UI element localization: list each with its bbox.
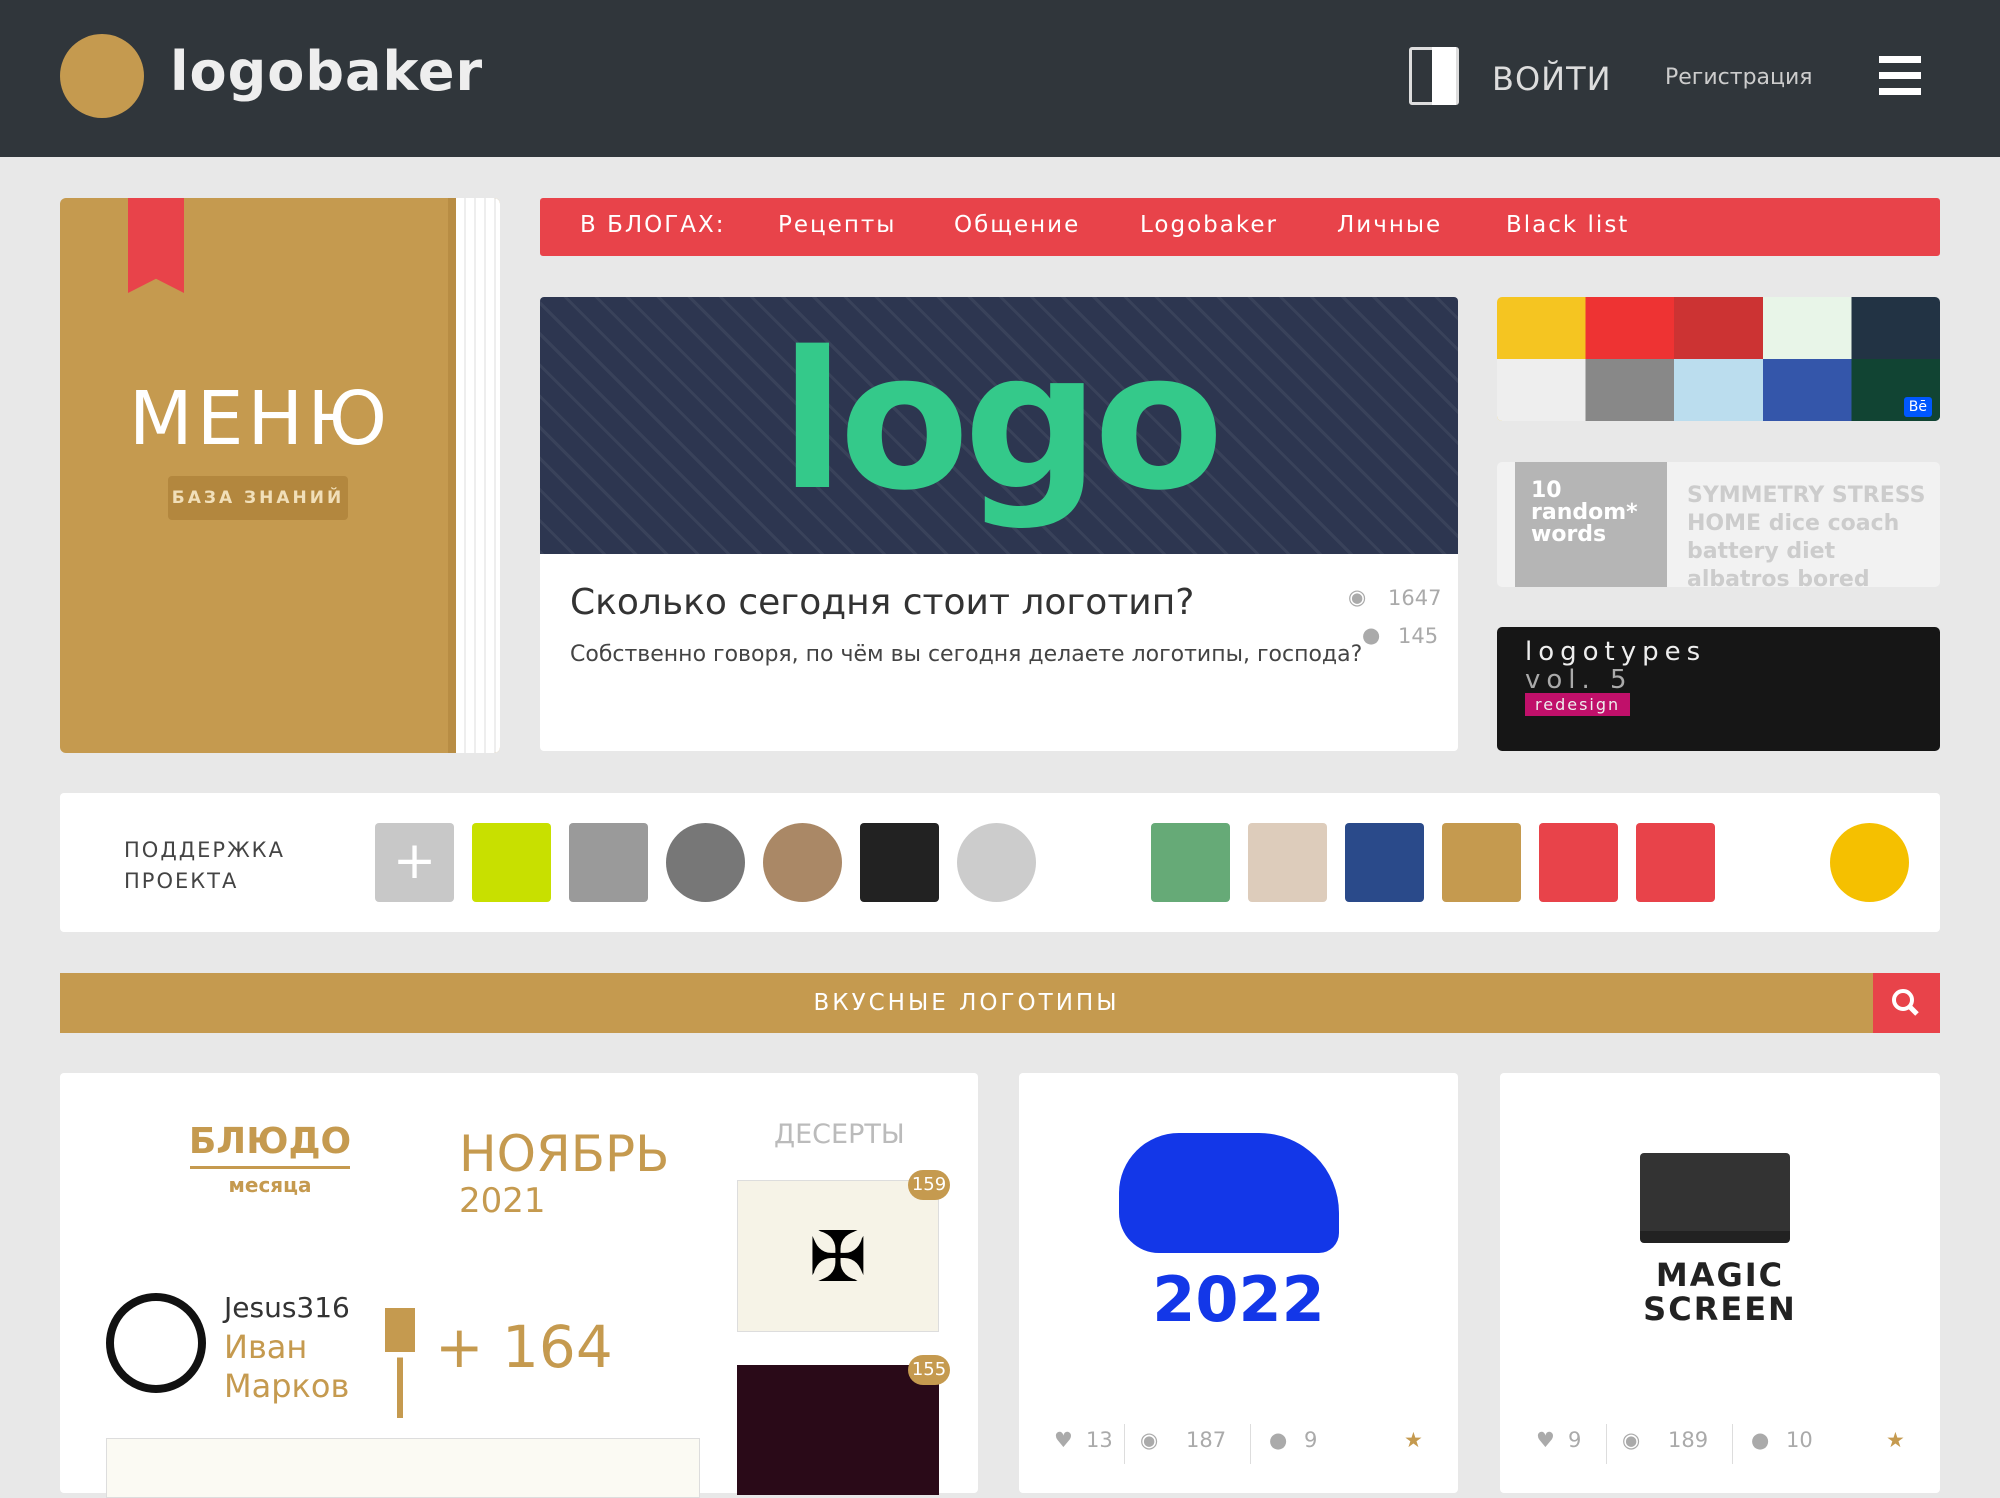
- thumb-logotypes[interactable]: logotypes vol. 5 redesign: [1497, 627, 1940, 751]
- winner-image[interactable]: [106, 1438, 700, 1498]
- redesign-tag: redesign: [1525, 693, 1631, 716]
- comments-count: 9: [1304, 1428, 1318, 1452]
- heart-icon: ♥: [1054, 1428, 1073, 1452]
- supporter-avatar[interactable]: [1248, 823, 1327, 902]
- comment-icon: ●: [1269, 1428, 1288, 1452]
- random-words-list: SYMMETRY STRESS HOME dice coach battery …: [1687, 483, 1926, 587]
- search-button[interactable]: [1873, 973, 1940, 1033]
- likes-count: 13: [1086, 1428, 1113, 1452]
- year: 2021: [459, 1181, 546, 1221]
- bookmark-icon: [128, 198, 184, 293]
- views-count: 1647: [1388, 586, 1442, 610]
- add-supporter-button[interactable]: +: [375, 823, 454, 902]
- hamburger-menu-icon[interactable]: [1879, 56, 1921, 104]
- knowledge-base-label: БАЗА ЗНАНИЙ: [168, 476, 348, 520]
- blog-nav-personal[interactable]: Личные: [1337, 212, 1442, 238]
- hat-logo: [1640, 1153, 1790, 1243]
- featured-title[interactable]: Сколько сегодня стоит логотип?: [570, 582, 1194, 623]
- blog-nav-blacklist[interactable]: Black list: [1506, 212, 1629, 238]
- supporter-avatar[interactable]: [763, 823, 842, 902]
- supporter-avatar[interactable]: [957, 823, 1036, 902]
- stat-divider: [1606, 1424, 1607, 1464]
- supporter-avatar[interactable]: [569, 823, 648, 902]
- featured-subtitle: Собственно говоря, по чём вы сегодня дел…: [570, 642, 1363, 667]
- views-count: 189: [1668, 1428, 1709, 1452]
- logotypes-vol: vol. 5: [1525, 665, 1633, 695]
- blog-nav: В БЛОГАХ: Рецепты Общение Logobaker Личн…: [540, 198, 1940, 256]
- supporter-avatar[interactable]: [1539, 823, 1618, 902]
- stat-divider: [1732, 1424, 1733, 1464]
- blog-nav-label: В БЛОГАХ:: [580, 212, 726, 238]
- section-bar: ВКУСНЫЕ ЛОГОТИПЫ: [60, 973, 1873, 1033]
- winner-username[interactable]: Jesus316: [224, 1291, 350, 1324]
- behance-badge: Bē: [1903, 397, 1932, 417]
- comment-icon: ●: [1362, 623, 1381, 647]
- logo-card-text: MAGIC SCREEN: [1643, 1256, 1797, 1328]
- spatula-icon: [385, 1308, 415, 1418]
- views-count: 187: [1186, 1428, 1227, 1452]
- section-title: ВКУСНЫЕ ЛОГОТИПЫ: [813, 990, 1120, 1016]
- tiger-logo: [1119, 1133, 1339, 1253]
- featured-logo-text: logo: [779, 311, 1224, 532]
- blog-nav-chat[interactable]: Общение: [954, 212, 1080, 238]
- supporter-avatar[interactable]: [666, 823, 745, 902]
- favorite-star-icon[interactable]: ★: [1404, 1428, 1423, 1452]
- winner-score: + 164: [435, 1313, 613, 1381]
- login-button[interactable]: ВОЙТИ: [1492, 60, 1612, 98]
- supporter-avatar[interactable]: [1442, 823, 1521, 902]
- favorite-star-icon[interactable]: ★: [1886, 1428, 1905, 1452]
- comments-count: 145: [1398, 624, 1439, 648]
- featured-image[interactable]: logo: [540, 297, 1458, 554]
- dish-badge: БЛЮДО месяца: [188, 1121, 352, 1197]
- support-label: ПОДДЕРЖКА ПРОЕКТА: [124, 838, 285, 893]
- dessert-count-1: 159: [908, 1170, 950, 1200]
- comment-icon: ●: [1751, 1428, 1770, 1452]
- stat-divider: [1250, 1424, 1251, 1464]
- eye-icon: ◉: [1348, 585, 1367, 609]
- logo-card[interactable]: 2022: [1019, 1073, 1458, 1493]
- supporter-avatar[interactable]: [1636, 823, 1715, 902]
- header: logobaker ВОЙТИ Регистрация: [0, 0, 2000, 157]
- category-label: ДЕСЕРТЫ: [774, 1119, 905, 1150]
- menu-title: МЕНЮ: [128, 376, 392, 462]
- eye-icon: ◉: [1140, 1428, 1159, 1452]
- dessert-thumb-1[interactable]: ✠: [737, 1180, 939, 1332]
- blog-nav-logobaker[interactable]: Logobaker: [1140, 212, 1278, 238]
- supporter-avatar[interactable]: [860, 823, 939, 902]
- winner-last-name: Марков: [224, 1367, 350, 1405]
- logo-icon[interactable]: [60, 34, 144, 118]
- supporter-avatar[interactable]: [1151, 823, 1230, 902]
- blog-nav-recipes[interactable]: Рецепты: [778, 212, 896, 238]
- support-bar: ПОДДЕРЖКА ПРОЕКТА +: [60, 793, 1940, 932]
- eye-icon: ◉: [1622, 1428, 1641, 1452]
- supporter-avatar[interactable]: [1345, 823, 1424, 902]
- logo-card-text: 2022: [1152, 1263, 1325, 1336]
- thumb-patterns[interactable]: Bē: [1497, 297, 1940, 421]
- search-icon: [1892, 989, 1919, 1016]
- comments-count: 10: [1786, 1428, 1813, 1452]
- menu-book[interactable]: МЕНЮ БАЗА ЗНАНИЙ: [60, 198, 500, 753]
- login-door-icon[interactable]: [1409, 47, 1459, 105]
- supporter-avatar[interactable]: [472, 823, 551, 902]
- month: НОЯБРЬ: [459, 1125, 670, 1183]
- supporter-avatar[interactable]: [1054, 823, 1133, 902]
- heart-icon: ♥: [1536, 1428, 1555, 1452]
- logotypes-title: logotypes: [1525, 637, 1707, 667]
- logo-text[interactable]: logobaker: [170, 40, 483, 103]
- dessert-thumb-2[interactable]: [737, 1365, 939, 1495]
- logo-card[interactable]: MAGIC SCREEN: [1500, 1073, 1940, 1493]
- supporter-avatar[interactable]: [1733, 823, 1812, 902]
- featured-post[interactable]: logo Сколько сегодня стоит логотип? Собс…: [540, 297, 1458, 751]
- dessert-count-2: 155: [908, 1355, 950, 1385]
- register-link[interactable]: Регистрация: [1665, 65, 1813, 90]
- winner-first-name: Иван: [224, 1328, 308, 1366]
- random-words-title: 10 random* words: [1515, 462, 1667, 587]
- supporter-avatar[interactable]: [1830, 823, 1909, 902]
- likes-count: 9: [1568, 1428, 1582, 1452]
- winner-avatar[interactable]: [106, 1293, 206, 1393]
- thumb-random-words[interactable]: 10 random* words SYMMETRY STRESS HOME di…: [1497, 462, 1940, 587]
- dish-of-month-card: БЛЮДО месяца НОЯБРЬ 2021 ДЕСЕРТЫ Jesus31…: [60, 1073, 978, 1498]
- stat-divider: [1124, 1424, 1125, 1464]
